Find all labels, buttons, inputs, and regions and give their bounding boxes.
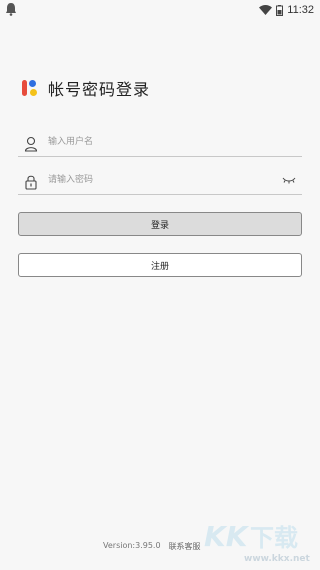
wifi-icon	[259, 5, 273, 15]
svg-text:KK: KK	[204, 520, 250, 553]
watermark-logo: KK 下载 www.kkx.net	[198, 516, 318, 566]
contact-support-link[interactable]: 联系客服	[169, 541, 201, 552]
svg-text:www.kkx.net: www.kkx.net	[244, 554, 310, 564]
register-button[interactable]: 注册	[18, 253, 302, 277]
username-field[interactable]	[18, 130, 302, 157]
user-icon	[24, 136, 38, 152]
status-time: 11:32	[287, 4, 314, 16]
lock-icon	[25, 175, 37, 190]
username-input[interactable]	[48, 132, 268, 152]
footer: Version:3.95.0 联系客服	[103, 541, 201, 552]
login-button[interactable]: 登录	[18, 212, 302, 236]
password-input[interactable]	[48, 170, 268, 190]
app-logo	[22, 79, 42, 97]
status-icons: 11:32	[259, 0, 314, 20]
eye-closed-icon[interactable]	[282, 176, 296, 184]
notification-bell-icon	[6, 3, 16, 16]
password-field[interactable]	[18, 168, 302, 195]
battery-icon	[276, 4, 284, 16]
svg-text:下载: 下载	[250, 524, 298, 552]
version-text: Version:3.95.0	[103, 541, 161, 550]
status-bar: 11:32	[0, 0, 320, 20]
brand-header: 帐号密码登录	[22, 76, 150, 100]
page-title: 帐号密码登录	[48, 80, 151, 99]
